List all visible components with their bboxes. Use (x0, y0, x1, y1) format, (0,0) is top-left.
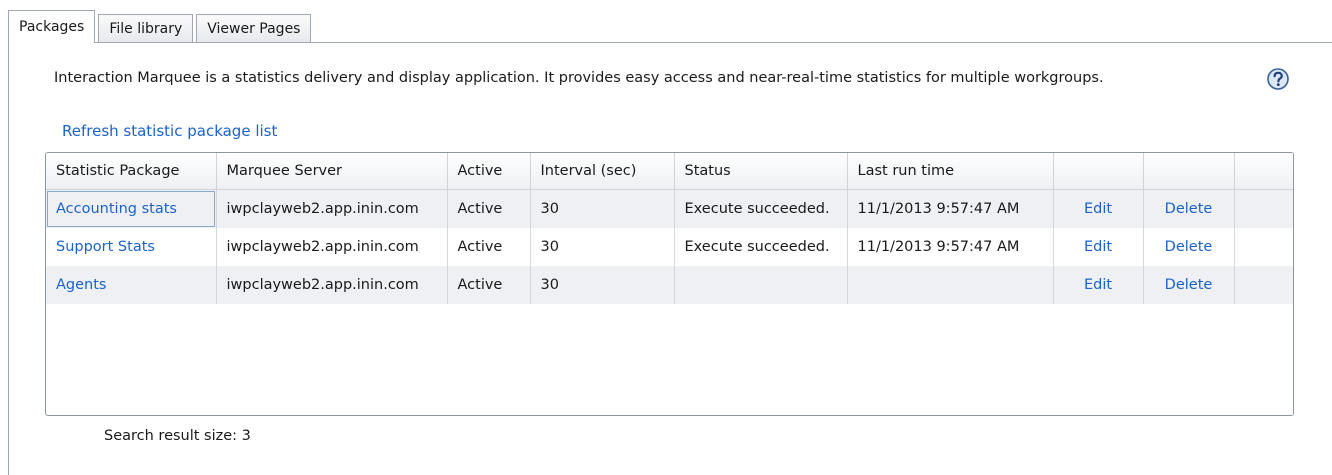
filler-cell (1234, 189, 1293, 228)
marquee-server-cell: iwpclayweb2.app.inin.com (216, 266, 448, 304)
status-cell (674, 266, 848, 304)
column-header-last-run-time[interactable]: Last run time (847, 153, 1054, 190)
package-name-link[interactable]: Agents (46, 266, 217, 304)
column-header-delete (1143, 153, 1235, 190)
delete-link[interactable]: Delete (1143, 228, 1235, 266)
last-run-time-cell: 11/1/2013 9:57:47 AM (847, 228, 1054, 266)
marquee-server-cell: iwpclayweb2.app.inin.com (216, 228, 448, 266)
column-header-edit (1053, 153, 1144, 190)
status-cell: Execute succeeded. (674, 228, 848, 266)
column-header-marquee-server[interactable]: Marquee Server (216, 153, 448, 190)
tab-file-library[interactable]: File library (98, 14, 194, 42)
help-icon[interactable] (1266, 67, 1290, 91)
active-cell: Active (447, 266, 531, 304)
column-header-filler (1234, 153, 1293, 190)
interval-cell: 30 (530, 228, 675, 266)
edit-link[interactable]: Edit (1053, 266, 1144, 304)
statistic-packages-table: Statistic Package Marquee Server Active … (45, 152, 1294, 416)
filler-cell (1234, 228, 1293, 266)
package-name-link[interactable]: Accounting stats (46, 189, 217, 228)
edit-link[interactable]: Edit (1053, 189, 1144, 228)
table-header-row: Statistic Package Marquee Server Active … (46, 153, 1293, 190)
filler-cell (1234, 266, 1293, 304)
table-row[interactable]: Accounting stats iwpclayweb2.app.inin.co… (46, 189, 1293, 228)
delete-link[interactable]: Delete (1143, 266, 1235, 304)
package-name-link[interactable]: Support Stats (46, 228, 217, 266)
tab-packages[interactable]: Packages (8, 10, 96, 43)
tab-bar: Packages File library Viewer Pages (8, 10, 314, 43)
status-cell: Execute succeeded. (674, 189, 848, 228)
active-cell: Active (447, 228, 531, 266)
column-header-active[interactable]: Active (447, 153, 531, 190)
search-result-size: Search result size: 3 (104, 428, 251, 444)
column-header-interval[interactable]: Interval (sec) (530, 153, 675, 190)
column-header-status[interactable]: Status (674, 153, 848, 190)
interval-cell: 30 (530, 189, 675, 228)
interval-cell: 30 (530, 266, 675, 304)
edit-link[interactable]: Edit (1053, 228, 1144, 266)
delete-link[interactable]: Delete (1143, 189, 1235, 228)
tab-viewer-pages[interactable]: Viewer Pages (196, 14, 312, 42)
column-header-statistic-package[interactable]: Statistic Package (46, 153, 217, 190)
last-run-time-cell: 11/1/2013 9:57:47 AM (847, 189, 1054, 228)
refresh-package-list-link[interactable]: Refresh statistic package list (62, 122, 277, 140)
last-run-time-cell (847, 266, 1054, 304)
table-row[interactable]: Agents iwpclayweb2.app.inin.com Active 3… (46, 266, 1293, 304)
active-cell: Active (447, 189, 531, 228)
description-text: Interaction Marquee is a statistics deli… (54, 70, 1104, 86)
table-row[interactable]: Support Stats iwpclayweb2.app.inin.com A… (46, 228, 1293, 266)
marquee-server-cell: iwpclayweb2.app.inin.com (216, 189, 448, 228)
